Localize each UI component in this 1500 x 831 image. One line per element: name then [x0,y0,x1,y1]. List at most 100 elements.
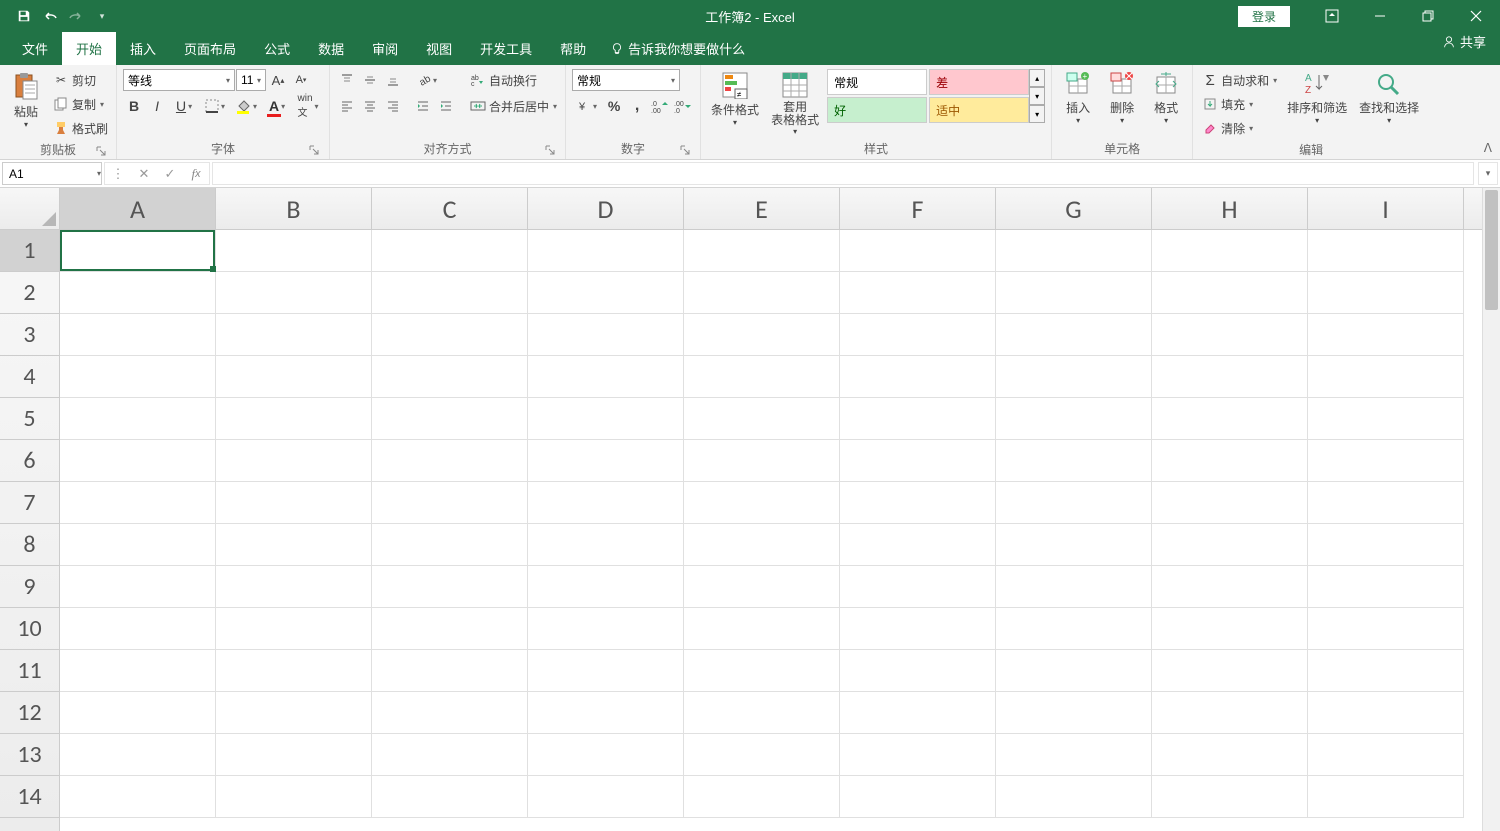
format-cells-button[interactable]: 格式▾ [1146,69,1186,127]
font-color-button[interactable]: A▾ [262,95,292,117]
column-header-E[interactable]: E [684,188,840,229]
column-header-D[interactable]: D [528,188,684,229]
delete-cells-button[interactable]: 删除▾ [1102,69,1142,127]
bold-button[interactable]: B [123,95,145,117]
clipboard-dialog-launcher[interactable] [96,146,108,158]
row-header-6[interactable]: 6 [0,440,59,482]
orientation-button[interactable]: ab▾ [412,69,442,91]
cell[interactable] [996,566,1152,608]
maximize-button[interactable] [1404,0,1452,32]
format-painter-button[interactable]: 格式刷 [50,117,110,139]
font-name-combo[interactable]: 等线▾ [123,69,235,91]
wrap-text-button[interactable]: abc自动换行 [467,69,559,91]
cell[interactable] [372,272,528,314]
tab-developer[interactable]: 开发工具 [466,32,546,65]
cell[interactable] [60,692,216,734]
increase-decimal-button[interactable]: .0.00 [649,95,671,117]
cell-style-good[interactable]: 好 [827,97,927,123]
column-header-G[interactable]: G [996,188,1152,229]
cell[interactable] [1152,566,1308,608]
cell[interactable] [996,524,1152,566]
cell[interactable] [60,314,216,356]
cell[interactable] [528,440,684,482]
cell[interactable] [684,566,840,608]
cell[interactable] [684,776,840,818]
cell[interactable] [372,734,528,776]
cell[interactable] [840,314,996,356]
cell[interactable] [684,482,840,524]
cell[interactable] [1308,524,1464,566]
column-header-I[interactable]: I [1308,188,1464,229]
cell[interactable] [216,566,372,608]
cell[interactable] [996,272,1152,314]
cell[interactable] [372,608,528,650]
cell[interactable] [216,272,372,314]
cell[interactable] [528,650,684,692]
cell[interactable] [60,734,216,776]
align-top-button[interactable] [336,69,358,91]
cut-button[interactable]: ✂剪切 [50,69,110,91]
cell[interactable] [528,356,684,398]
autosum-button[interactable]: Σ自动求和 ▾ [1199,69,1279,91]
cell[interactable] [528,524,684,566]
cell-style-neutral[interactable]: 适中 [929,97,1029,123]
increase-font-button[interactable]: A▴ [267,69,289,91]
comma-button[interactable]: , [626,95,648,117]
number-format-combo[interactable]: 常规▾ [572,69,680,91]
tab-help[interactable]: 帮助 [546,32,600,65]
cell[interactable] [60,650,216,692]
cell[interactable] [996,692,1152,734]
cell[interactable] [216,398,372,440]
cell[interactable] [996,356,1152,398]
collapse-ribbon-button[interactable]: ᐱ [1484,141,1492,155]
cell[interactable] [216,482,372,524]
cell[interactable] [1308,272,1464,314]
cell[interactable] [216,314,372,356]
cell[interactable] [60,566,216,608]
number-dialog-launcher[interactable] [680,145,692,157]
cell[interactable] [1308,440,1464,482]
copy-button[interactable]: 复制▾ [50,93,110,115]
decrease-font-button[interactable]: A▾ [290,69,312,91]
customize-qat-button[interactable]: ▾ [92,6,112,26]
cell[interactable] [684,692,840,734]
save-icon[interactable] [14,6,34,26]
cell[interactable] [60,398,216,440]
font-dialog-launcher[interactable] [309,145,321,157]
cell[interactable] [1308,314,1464,356]
cell[interactable] [528,734,684,776]
cell[interactable] [216,608,372,650]
cell[interactable] [684,440,840,482]
cell[interactable] [840,734,996,776]
cell[interactable] [684,734,840,776]
cell[interactable] [840,608,996,650]
increase-indent-button[interactable] [435,95,457,117]
cell[interactable] [1152,524,1308,566]
cell[interactable] [1308,776,1464,818]
cell[interactable] [996,482,1152,524]
cell[interactable] [840,272,996,314]
cell[interactable] [1152,356,1308,398]
cell[interactable] [60,230,216,272]
accounting-format-button[interactable]: ¥▾ [572,95,602,117]
cell[interactable] [840,230,996,272]
row-header-1[interactable]: 1 [0,230,59,272]
cell[interactable] [996,650,1152,692]
cell[interactable] [372,440,528,482]
underline-button[interactable]: U▾ [169,95,199,117]
cell[interactable] [996,440,1152,482]
cell[interactable] [1308,356,1464,398]
cell[interactable] [1152,776,1308,818]
cell[interactable] [684,272,840,314]
column-header-B[interactable]: B [216,188,372,229]
cell[interactable] [1308,398,1464,440]
cell[interactable] [372,650,528,692]
cell[interactable] [528,482,684,524]
tab-review[interactable]: 审阅 [358,32,412,65]
align-left-button[interactable] [336,95,358,117]
merge-center-button[interactable]: 合并后居中▾ [467,95,559,117]
cell[interactable] [528,692,684,734]
cell[interactable] [840,356,996,398]
cell[interactable] [60,272,216,314]
tab-file[interactable]: 文件 [8,32,62,65]
